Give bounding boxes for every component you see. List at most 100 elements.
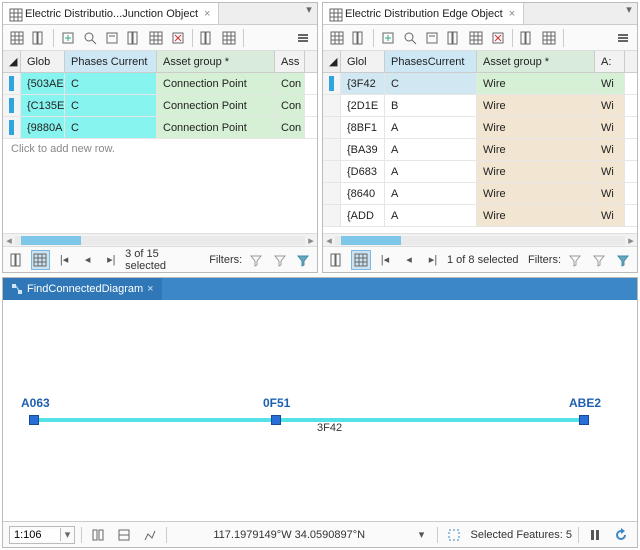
first-record-icon[interactable]: |◂: [375, 250, 395, 270]
delete-icon[interactable]: [488, 28, 508, 48]
table-icon: [9, 8, 21, 20]
col-glob[interactable]: Glob: [21, 51, 65, 72]
col-select-all[interactable]: ◢: [3, 51, 21, 72]
tab-dropdown-icon[interactable]: ▾: [301, 3, 317, 24]
field-view-icon[interactable]: [327, 28, 347, 48]
tab-table-0[interactable]: Electric Distributio...Junction Object ×: [3, 3, 219, 24]
table-row[interactable]: {503AE C Connection Point Con: [3, 73, 317, 95]
selection-icon[interactable]: [444, 525, 464, 545]
coordinates-readout: 117.1979149°W 34.0590897°N: [173, 529, 405, 541]
scroll-left-icon[interactable]: ◂: [323, 234, 335, 247]
tab-table-1[interactable]: Electric Distribution Edge Object ×: [323, 3, 524, 24]
tool-d-icon[interactable]: [539, 28, 559, 48]
map-tool-2-icon[interactable]: [114, 525, 134, 545]
view-all-icon[interactable]: [7, 250, 27, 270]
table-row[interactable]: {ADD A Wire Wi: [323, 205, 637, 227]
filters-label: Filters:: [528, 254, 561, 266]
coord-dropdown-icon[interactable]: ▾: [411, 525, 431, 545]
diagram-edge[interactable]: [34, 418, 274, 422]
table-row[interactable]: {2D1E B Wire Wi: [323, 95, 637, 117]
calc-icon[interactable]: [102, 28, 122, 48]
col-select-all[interactable]: ◢: [323, 51, 341, 72]
table-icon: [329, 8, 341, 20]
scale-input[interactable]: [10, 529, 60, 541]
menu-icon[interactable]: [293, 28, 313, 48]
delete-icon[interactable]: [168, 28, 188, 48]
add-row-icon[interactable]: [58, 28, 78, 48]
table-row[interactable]: {9880A C Connection Point Con: [3, 117, 317, 139]
add-row-icon[interactable]: [378, 28, 398, 48]
find-icon[interactable]: [400, 28, 420, 48]
table-row[interactable]: {8BF1 A Wire Wi: [323, 117, 637, 139]
tab-dropdown-icon[interactable]: ▾: [621, 3, 637, 24]
tool-b-icon[interactable]: [146, 28, 166, 48]
tab-label: Electric Distribution Edge Object: [345, 8, 503, 20]
col-asset[interactable]: Ass: [275, 51, 305, 72]
diagram-canvas[interactable]: A063 0F51 ABE23F42: [3, 300, 637, 521]
filters-label: Filters:: [209, 254, 242, 266]
columns-icon[interactable]: [29, 28, 49, 48]
diagram-node[interactable]: [29, 415, 39, 425]
col-asset-group[interactable]: Asset group *: [477, 51, 595, 72]
close-icon[interactable]: ×: [507, 8, 517, 20]
table-row[interactable]: {3F42 C Wire Wi: [323, 73, 637, 95]
columns-icon[interactable]: [349, 28, 369, 48]
tool-c-icon[interactable]: [197, 28, 217, 48]
find-icon[interactable]: [80, 28, 100, 48]
filter-on-icon[interactable]: [613, 250, 633, 270]
scroll-right-icon[interactable]: ▸: [305, 234, 317, 247]
map-tool-1-icon[interactable]: [88, 525, 108, 545]
filter-extent-icon[interactable]: [589, 250, 609, 270]
tool-b-icon[interactable]: [466, 28, 486, 48]
selected-features-count: Selected Features: 5: [470, 529, 572, 541]
view-selected-icon[interactable]: [351, 250, 371, 270]
tab-diagram[interactable]: FindConnectedDiagram ×: [3, 278, 162, 300]
selection-status: 3 of 15 selected: [125, 248, 201, 272]
field-view-icon[interactable]: [7, 28, 27, 48]
menu-icon[interactable]: [613, 28, 633, 48]
filter-extent-icon[interactable]: [270, 250, 290, 270]
pause-icon[interactable]: [585, 525, 605, 545]
chevron-down-icon[interactable]: ▾: [60, 528, 74, 541]
view-selected-icon[interactable]: [31, 250, 51, 270]
col-asset-group[interactable]: Asset group *: [157, 51, 275, 72]
diagram-node[interactable]: [579, 415, 589, 425]
table-row[interactable]: {BA39 A Wire Wi: [323, 139, 637, 161]
col-asset[interactable]: A:: [595, 51, 625, 72]
scroll-right-icon[interactable]: ▸: [625, 234, 637, 247]
tool-c-icon[interactable]: [517, 28, 537, 48]
diagram-node[interactable]: [271, 415, 281, 425]
tool-a-icon[interactable]: [124, 28, 144, 48]
next-record-icon[interactable]: ▸|: [101, 250, 121, 270]
filter-time-icon[interactable]: [565, 250, 585, 270]
col-phases[interactable]: PhasesCurrent: [385, 51, 477, 72]
tool-d-icon[interactable]: [219, 28, 239, 48]
close-icon[interactable]: ×: [147, 283, 153, 295]
filter-time-icon[interactable]: [246, 250, 266, 270]
diagram-edge-label: 3F42: [317, 422, 342, 434]
scroll-left-icon[interactable]: ◂: [3, 234, 15, 247]
next-record-icon[interactable]: ▸|: [423, 250, 443, 270]
diagram-node-label: ABE2: [569, 396, 601, 410]
view-all-icon[interactable]: [327, 250, 347, 270]
table-row[interactable]: {8640 A Wire Wi: [323, 183, 637, 205]
prev-record-icon[interactable]: ◂: [78, 250, 98, 270]
col-glob[interactable]: Glol: [341, 51, 385, 72]
table-row[interactable]: {C135E C Connection Point Con: [3, 95, 317, 117]
diagram-node-label: 0F51: [263, 396, 290, 410]
scrollbar[interactable]: [335, 236, 625, 245]
close-icon[interactable]: ×: [202, 8, 212, 20]
refresh-icon[interactable]: [611, 525, 631, 545]
calc-icon[interactable]: [422, 28, 442, 48]
map-tool-3-icon[interactable]: [140, 525, 160, 545]
table-row[interactable]: {D683 A Wire Wi: [323, 161, 637, 183]
first-record-icon[interactable]: |◂: [54, 250, 74, 270]
prev-record-icon[interactable]: ◂: [399, 250, 419, 270]
add-row[interactable]: Click to add new row.: [3, 139, 317, 159]
col-phases[interactable]: Phases Current: [65, 51, 157, 72]
scale-picker[interactable]: ▾: [9, 526, 75, 544]
tab-diagram-label: FindConnectedDiagram: [27, 283, 143, 295]
filter-on-icon[interactable]: [293, 250, 313, 270]
tool-a-icon[interactable]: [444, 28, 464, 48]
scrollbar[interactable]: [15, 236, 305, 245]
